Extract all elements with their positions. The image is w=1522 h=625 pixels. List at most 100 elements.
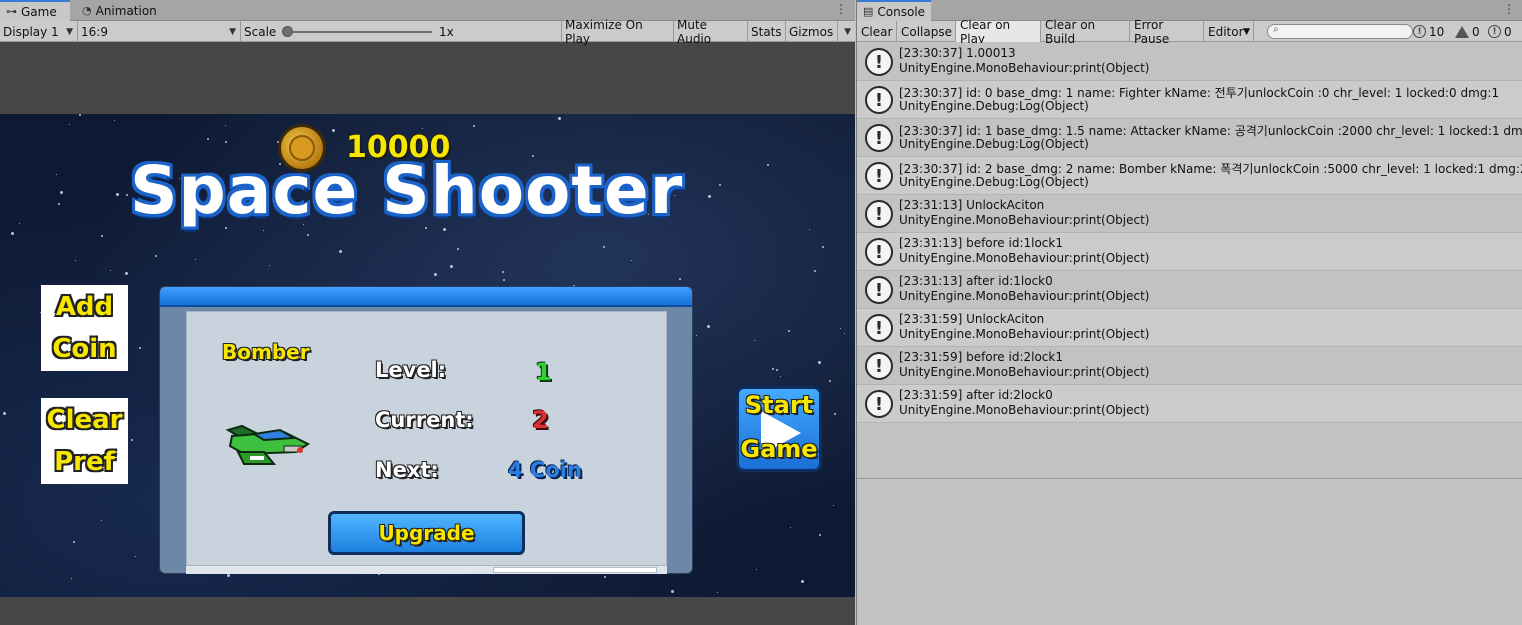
panel-scrollbar-thumb[interactable] [493, 567, 657, 573]
clear-pref-button[interactable]: Clear Pref [41, 398, 128, 484]
tab-game[interactable]: ⊶ Game [0, 0, 70, 21]
game-viewport[interactable]: 10000 Space Shooter Add Coin Clear Pref … [0, 114, 855, 597]
next-label: Next: [375, 458, 439, 482]
log-message: [23:31:59] UnlockAciton [899, 312, 1045, 326]
animation-icon: ◔ [82, 4, 92, 17]
console-log-entry[interactable]: ! [23:31:13] after id:1lock0 UnityEngine.M… [857, 271, 1522, 309]
console-log-entry[interactable]: ! [23:31:59] after id:2lock0 UnityEngine.M… [857, 385, 1522, 423]
maximize-on-play-toggle[interactable]: Maximize On Play [562, 18, 674, 46]
console-log-entry[interactable]: ! [23:31:13] before id:1lock1 UnityEngine.… [857, 233, 1522, 271]
stats-toggle[interactable]: Stats [748, 21, 786, 42]
game-window: ⊶ Game ◔ Animation ⋮ Display 1 ▼ 16:9 ▼ … [0, 0, 855, 625]
console-icon: ▤ [863, 5, 874, 18]
editor-dropdown[interactable]: Editor ▼ [1204, 21, 1254, 42]
chevron-down-icon: ▼ [1243, 26, 1250, 37]
warning-count-toggle[interactable]: 0 [1455, 21, 1480, 42]
console-log-entry[interactable]: ! [23:31:59] UnlockAciton UnityEngine.Mono… [857, 309, 1522, 347]
console-log-entry[interactable]: ! [23:30:37] id: 1 base_dmg: 1.5 name: At… [857, 119, 1522, 157]
star [844, 333, 845, 334]
tab-animation[interactable]: ◔ Animation [76, 0, 163, 21]
star [339, 250, 342, 253]
kebab-menu-icon[interactable]: ⋮ [835, 2, 847, 16]
console-log-entry[interactable]: ! [23:31:13] UnlockAciton UnityEngine.Mono… [857, 195, 1522, 233]
gizmos-toggle[interactable]: Gizmos [786, 21, 838, 42]
star [332, 129, 335, 132]
add-coin-button[interactable]: Add Coin [41, 285, 128, 371]
star [60, 191, 63, 194]
log-stacktrace: UnityEngine.Debug:Log(Object) [899, 99, 1089, 113]
log-stacktrace: UnityEngine.MonoBehaviour:print(Object) [899, 213, 1150, 227]
next-cost-value: 4 Coin [508, 458, 582, 482]
console-log-entry[interactable]: ! [23:30:37] id: 2 base_dmg: 2 name: Bomb… [857, 157, 1522, 195]
console-log-entry[interactable]: ! [23:30:37] 1.00013 UnityEngine.MonoBehav… [857, 43, 1522, 81]
start-game-button[interactable]: Start Game [736, 386, 822, 472]
star [756, 569, 757, 570]
star [126, 194, 128, 196]
star [814, 270, 816, 272]
log-message: [23:30:37] 1.00013 [899, 46, 1016, 60]
star [840, 328, 841, 329]
info-icon: ! [865, 390, 893, 418]
log-message: [23:31:13] before id:1lock1 [899, 236, 1063, 250]
info-count-toggle[interactable]: ! 10 [1413, 21, 1444, 42]
star [671, 590, 674, 593]
tab-console-label: Console [877, 4, 926, 19]
scale-slider-handle[interactable] [282, 26, 293, 37]
console-search-input[interactable]: ⌕ [1267, 24, 1413, 39]
log-stacktrace: UnityEngine.MonoBehaviour:print(Object) [899, 61, 1150, 75]
star [155, 255, 157, 257]
star [708, 195, 711, 198]
clear-pref-label-line1: Clear [46, 405, 123, 435]
star [263, 230, 264, 231]
console-log-entry[interactable]: ! [23:30:37] id: 0 base_dmg: 1 name: Figh… [857, 81, 1522, 119]
console-detail-divider[interactable] [857, 478, 1522, 479]
star [69, 124, 70, 125]
clear-on-build-toggle[interactable]: Clear on Build [1041, 18, 1130, 46]
log-stacktrace: UnityEngine.Debug:Log(Object) [899, 137, 1089, 151]
log-stacktrace: UnityEngine.MonoBehaviour:print(Object) [899, 403, 1150, 417]
star [717, 592, 718, 593]
star [110, 270, 111, 271]
display-dropdown[interactable]: Display 1 ▼ [0, 21, 78, 42]
log-stacktrace: UnityEngine.MonoBehaviour:print(Object) [899, 251, 1150, 265]
star [207, 138, 209, 140]
info-count: 10 [1429, 24, 1445, 39]
star [56, 174, 57, 175]
log-stacktrace: UnityEngine.MonoBehaviour:print(Object) [899, 289, 1150, 303]
tab-console[interactable]: ▤ Console [857, 0, 931, 21]
star [195, 259, 196, 260]
upgrade-button[interactable]: Upgrade [328, 511, 525, 555]
collapse-toggle[interactable]: Collapse [897, 21, 956, 42]
bomber-ship-icon [225, 424, 310, 465]
gizmos-dropdown[interactable]: ▼ [838, 21, 855, 42]
star [58, 203, 60, 205]
star [11, 232, 14, 235]
start-game-label-line2: Game [740, 435, 818, 463]
star [75, 260, 76, 261]
error-count-toggle[interactable]: ! 0 [1488, 21, 1512, 42]
scale-slider-track[interactable] [287, 31, 432, 33]
error-pause-toggle[interactable]: Error Pause [1130, 18, 1204, 46]
console-toolbar: Clear Collapse Clear on Play Clear on Bu… [857, 18, 1522, 46]
clear-button[interactable]: Clear [857, 21, 897, 42]
star [125, 272, 128, 275]
unity-editor: ⊶ Game ◔ Animation ⋮ Display 1 ▼ 16:9 ▼ … [0, 0, 1522, 625]
star [754, 340, 755, 341]
warning-count: 0 [1472, 24, 1480, 39]
star [139, 347, 141, 349]
game-toolbar: Display 1 ▼ 16:9 ▼ Scale 1x Maximize On … [0, 18, 855, 46]
panel-scrollbar[interactable] [186, 565, 667, 574]
clear-on-play-label: Clear on Play [960, 17, 1011, 46]
aspect-dropdown[interactable]: 16:9 ▼ [78, 21, 241, 42]
clear-on-play-toggle[interactable]: Clear on Play [956, 18, 1041, 46]
kebab-menu-icon[interactable]: ⋮ [1503, 2, 1515, 16]
console-log-entry[interactable]: ! [23:31:59] before id:2lock1 UnityEngine.… [857, 347, 1522, 385]
mute-audio-toggle[interactable]: Mute Audio [674, 18, 748, 46]
console-log-list[interactable]: ! [23:30:37] 1.00013 UnityEngine.MonoBehav… [857, 43, 1522, 423]
info-icon: ! [865, 352, 893, 380]
gamepad-icon: ⊶ [6, 5, 17, 18]
star [822, 246, 824, 248]
star [707, 325, 710, 328]
info-icon: ! [865, 86, 893, 114]
log-message: [23:31:13] UnlockAciton [899, 198, 1045, 212]
